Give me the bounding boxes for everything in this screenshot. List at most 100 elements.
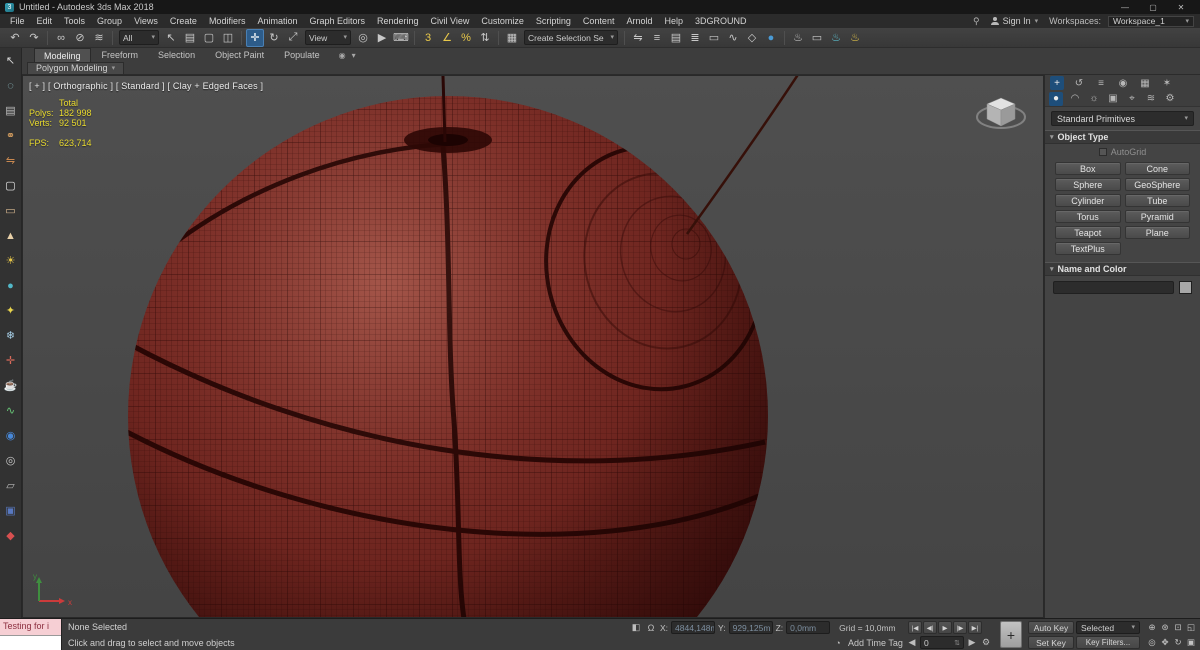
- menu-animation[interactable]: Animation: [251, 14, 303, 28]
- named-selection-sets-dropdown[interactable]: Create Selection Se ▾: [524, 30, 618, 45]
- search-icon[interactable]: ⚲: [973, 16, 980, 27]
- current-frame-field[interactable]: 0 ⇅: [920, 636, 964, 649]
- select-and-rotate-icon[interactable]: ↻: [265, 29, 283, 47]
- frame-spinner-icon[interactable]: ⇅: [954, 639, 960, 647]
- menu-rendering[interactable]: Rendering: [371, 14, 425, 28]
- maximize-viewport-toggle-icon[interactable]: ▣: [1185, 636, 1197, 649]
- spline-curve[interactable]: [685, 76, 801, 235]
- curve-editor-icon[interactable]: ∿: [724, 29, 742, 47]
- snaps-toggle-icon[interactable]: 3: [419, 29, 437, 47]
- autogrid-checkbox[interactable]: [1098, 148, 1107, 156]
- helpers-category-icon[interactable]: ⌖: [1125, 92, 1139, 106]
- go-to-end-icon[interactable]: ▶|: [968, 621, 982, 634]
- cylinder-icon[interactable]: ▭: [3, 203, 19, 219]
- maxscript-recorder-field[interactable]: Testing for i: [0, 619, 61, 635]
- space-warps-category-icon[interactable]: ≋: [1144, 92, 1158, 106]
- primitive-button-plane[interactable]: Plane: [1124, 226, 1190, 239]
- object-color-swatch[interactable]: [1179, 281, 1192, 294]
- viewport-label[interactable]: [ + ] [ Orthographic ] [ Standard ] [ Cl…: [29, 81, 263, 91]
- viewport[interactable]: [ + ] [ Orthographic ] [ Standard ] [ Cl…: [22, 75, 1044, 618]
- select-by-name-icon[interactable]: ▤: [181, 29, 199, 47]
- menu-edit[interactable]: Edit: [31, 14, 59, 28]
- primitive-button-cylinder[interactable]: Cylinder: [1055, 194, 1121, 207]
- lights-category-icon[interactable]: ☼: [1087, 92, 1101, 106]
- menu-tools[interactable]: Tools: [58, 14, 91, 28]
- box-icon[interactable]: ▢: [3, 178, 19, 194]
- isolate-selection-icon[interactable]: ◧: [630, 622, 642, 634]
- light-icon[interactable]: ☀: [3, 253, 19, 269]
- plane-icon[interactable]: ▱: [3, 478, 19, 494]
- geosphere-icon[interactable]: ◉: [3, 428, 19, 444]
- menu-customize[interactable]: Customize: [475, 14, 530, 28]
- pan-icon[interactable]: ✥: [1159, 636, 1171, 649]
- add-time-tag-button[interactable]: ◔ Add Time Tag: [832, 637, 903, 649]
- minimize-button[interactable]: —: [1111, 0, 1139, 14]
- menu-graph-editors[interactable]: Graph Editors: [303, 14, 371, 28]
- primitive-button-torus[interactable]: Torus: [1055, 210, 1121, 223]
- x-coordinate-field[interactable]: 4844,148m: [671, 621, 716, 634]
- next-frame-icon[interactable]: |▶: [953, 621, 967, 634]
- angle-snap-icon[interactable]: ∠: [438, 29, 456, 47]
- redo-icon[interactable]: ↷: [25, 29, 43, 47]
- set-keys-button[interactable]: +: [1000, 621, 1022, 648]
- maximize-button[interactable]: ▢: [1139, 0, 1167, 14]
- cameras-category-icon[interactable]: ▣: [1106, 92, 1120, 106]
- selection-filter-dropdown[interactable]: All ▾: [119, 30, 159, 45]
- ribbon-minimize-icon[interactable]: ▾: [352, 51, 356, 60]
- field-of-view-icon[interactable]: ◎: [1146, 636, 1158, 649]
- shapes-category-icon[interactable]: ◠: [1068, 92, 1082, 106]
- workspace-dropdown[interactable]: Workspace_1 ▾: [1108, 15, 1194, 27]
- camera-icon[interactable]: ▣: [3, 503, 19, 519]
- primitive-button-sphere[interactable]: Sphere: [1055, 178, 1121, 191]
- modify-tab-icon[interactable]: ↺: [1072, 76, 1086, 90]
- primitive-button-geosphere[interactable]: GeoSphere: [1124, 178, 1190, 191]
- close-button[interactable]: ✕: [1167, 0, 1195, 14]
- z-coordinate-field[interactable]: 0,0mm: [786, 621, 831, 634]
- maxscript-input-field[interactable]: [0, 635, 61, 650]
- use-pivot-center-icon[interactable]: ◎: [354, 29, 372, 47]
- create-tab-icon[interactable]: +: [1050, 76, 1064, 90]
- menu-3dground[interactable]: 3DGROUND: [689, 14, 753, 28]
- zoom-all-icon[interactable]: ⊛: [1159, 621, 1171, 634]
- menu-views[interactable]: Views: [128, 14, 164, 28]
- select-and-scale-icon[interactable]: ⤢: [284, 29, 302, 47]
- primitive-button-box[interactable]: Box: [1055, 162, 1121, 175]
- bind-to-space-warp-icon[interactable]: ≋: [90, 29, 108, 47]
- object-name-field[interactable]: [1053, 281, 1174, 294]
- mirror-icon[interactable]: ⇋: [629, 29, 647, 47]
- teapot-icon[interactable]: ☕: [3, 378, 19, 394]
- next-key-icon[interactable]: ▶: [966, 637, 978, 649]
- sign-in-button[interactable]: Sign In ▾: [987, 16, 1043, 26]
- select-object-icon[interactable]: ↖: [162, 29, 180, 47]
- name-and-color-rollout[interactable]: ▾ Name and Color: [1045, 262, 1200, 276]
- set-key-button[interactable]: Set Key: [1028, 636, 1074, 649]
- helix-icon[interactable]: ∿: [3, 403, 19, 419]
- selection-lock-icon[interactable]: Ω: [645, 622, 657, 634]
- mirror-tool-icon[interactable]: ⇋: [3, 153, 19, 169]
- auto-key-button[interactable]: Auto Key: [1028, 621, 1074, 634]
- display-tab-icon[interactable]: ▦: [1138, 76, 1152, 90]
- tab-populate[interactable]: Populate: [275, 48, 329, 62]
- y-coordinate-field[interactable]: 929,125m: [728, 621, 773, 634]
- reference-coordinate-dropdown[interactable]: View ▾: [305, 30, 351, 45]
- geometry-category-icon[interactable]: ●: [1049, 91, 1063, 106]
- spinner-snap-icon[interactable]: ⇅: [476, 29, 494, 47]
- edit-named-selection-sets-icon[interactable]: ▦: [503, 29, 521, 47]
- utilities-tab-icon[interactable]: ✶: [1160, 76, 1174, 90]
- primitive-button-teapot[interactable]: Teapot: [1055, 226, 1121, 239]
- menu-create[interactable]: Create: [164, 14, 203, 28]
- tab-object-paint[interactable]: Object Paint: [206, 48, 273, 62]
- scene-explorer-icon[interactable]: ▤: [3, 103, 19, 119]
- tab-selection[interactable]: Selection: [149, 48, 204, 62]
- menu-content[interactable]: Content: [577, 14, 621, 28]
- primitive-button-cone[interactable]: Cone: [1124, 162, 1190, 175]
- primitive-button-textplus[interactable]: TextPlus: [1055, 242, 1121, 255]
- target-icon[interactable]: ◆: [3, 528, 19, 544]
- rendered-frame-window-icon[interactable]: ▭: [808, 29, 826, 47]
- menu-scripting[interactable]: Scripting: [530, 14, 577, 28]
- primitive-button-pyramid[interactable]: Pyramid: [1124, 210, 1190, 223]
- panel-tab-polygon-modeling[interactable]: Polygon Modeling ▾: [27, 62, 125, 74]
- menu-file[interactable]: File: [4, 14, 31, 28]
- tab-freeform[interactable]: Freeform: [93, 48, 148, 62]
- toggle-layer-explorer-icon[interactable]: ≣: [686, 29, 704, 47]
